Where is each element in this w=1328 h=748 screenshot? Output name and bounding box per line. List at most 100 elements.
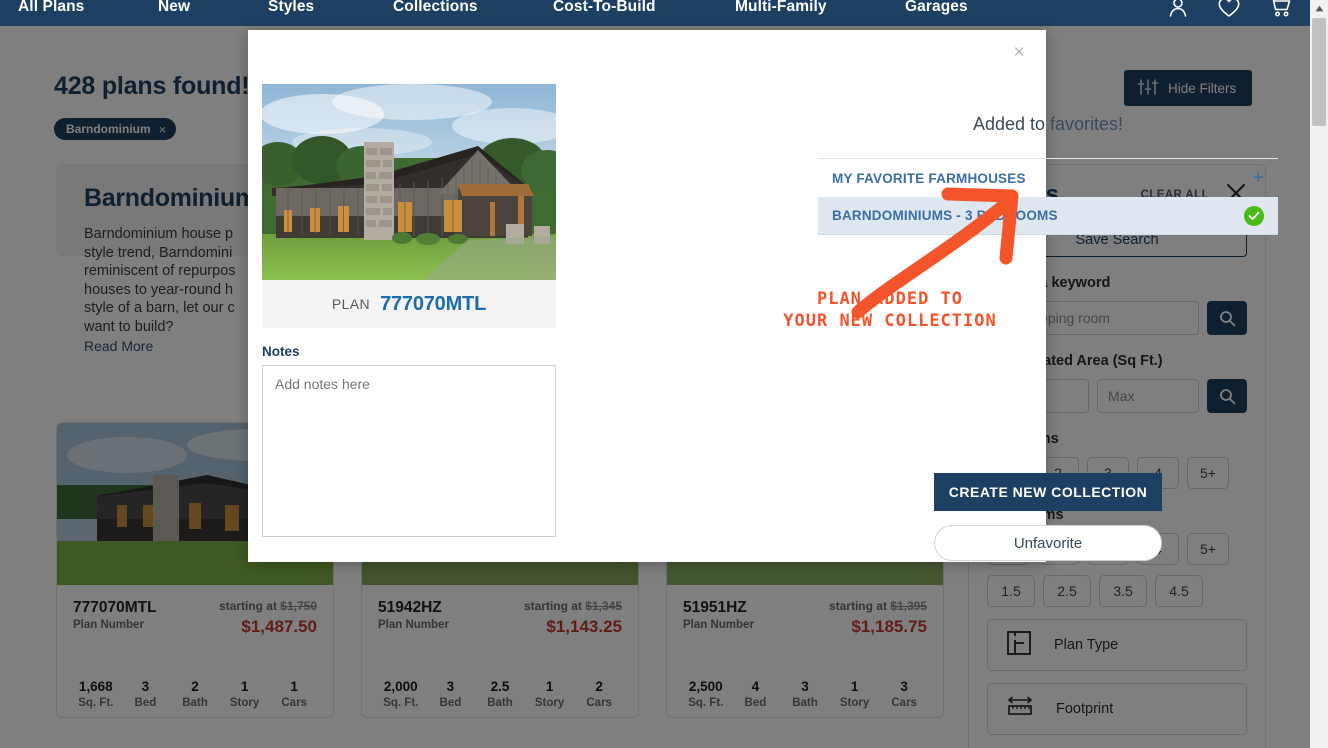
spec-value: 1,668: [78, 679, 113, 694]
spec-value: 2: [595, 679, 603, 694]
spec-value: 1: [290, 679, 298, 694]
spec-item: 3 Cars: [879, 679, 929, 709]
notes-input[interactable]: [262, 365, 556, 537]
bathrooms-half-option[interactable]: 2.5: [1043, 575, 1091, 607]
spec-item: 1,668 Sq. Ft.: [71, 679, 121, 709]
spec-key: Bed: [439, 697, 462, 709]
bathrooms-half-options: 1.5 2.5 3.5 4.5: [987, 575, 1247, 607]
plan-card-info: 777070MTL Plan Number starting at $1,750…: [57, 585, 333, 709]
nav-item-garages[interactable]: Garages: [905, 0, 968, 20]
spec-key: Bath: [182, 697, 208, 709]
plan-card-info: 51951HZ Plan Number starting at $1,395 $…: [667, 585, 943, 709]
spec-value: 2: [191, 679, 199, 694]
spec-item: 3 Bed: [121, 679, 171, 709]
nav-item-collections[interactable]: Collections: [393, 0, 478, 20]
collection-item-barndominiums-3-bedrooms[interactable]: BARNDOMINIUMS - 3 BEDROOMS: [818, 197, 1278, 235]
bathrooms-half-option[interactable]: 1.5: [987, 575, 1035, 607]
spec-item: 3 Bed: [426, 679, 476, 709]
sale-price: $1,487.50: [241, 617, 317, 636]
original-price: starting at $1,395: [829, 599, 927, 613]
spec-key: Story: [839, 697, 870, 709]
page-scrollbar-thumb[interactable]: [1312, 18, 1326, 126]
account-icon[interactable]: [1167, 0, 1189, 18]
unfavorite-button[interactable]: Unfavorite: [934, 525, 1162, 561]
plan-preview-card: PLAN 777070MTL: [262, 84, 556, 328]
bedrooms-option[interactable]: 5+: [1187, 457, 1229, 489]
collection-item-my-favorite-farmhouses[interactable]: MY FAVORITE FARMHOUSES +: [818, 159, 1278, 197]
annotation-text: PLAN ADDED TO YOUR NEW COLLECTION: [760, 288, 1020, 332]
collection-name: BARNDOMINIUMS - 3 BEDROOMS: [832, 208, 1058, 223]
footprint-label: Footprint: [1056, 701, 1114, 717]
annotation-line-1: PLAN ADDED TO: [816, 289, 964, 309]
spec-value: 4: [751, 679, 760, 694]
strikethrough-price: $1,345: [585, 599, 622, 613]
spec-key: Sq. Ft.: [688, 697, 724, 709]
sliders-icon: [1137, 78, 1159, 99]
top-navigation: All Plans New Styles Collections Cost-To…: [0, 0, 1310, 26]
sale-price: $1,185.75: [851, 617, 927, 636]
results-count: 428 plans found!: [54, 72, 250, 100]
spec-value: 3: [446, 679, 455, 694]
spec-key: Cars: [586, 697, 612, 709]
hide-filters-button[interactable]: Hide Filters: [1124, 70, 1252, 106]
nav-item-cost-to-build[interactable]: Cost-To-Build: [553, 0, 656, 20]
spec-key: Bath: [487, 697, 513, 709]
original-price: starting at $1,750: [219, 599, 317, 613]
price-block: starting at $1,345 $1,143.25: [524, 599, 622, 637]
price-block: starting at $1,750 $1,487.50: [219, 599, 317, 637]
plan-card-info: 51942HZ Plan Number starting at $1,345 $…: [362, 585, 638, 709]
keyword-search-button[interactable]: [1207, 301, 1247, 335]
spec-value: 2,000: [383, 679, 418, 694]
spec-key: Bath: [792, 697, 818, 709]
nav-item-styles[interactable]: Styles: [268, 0, 314, 20]
bathrooms-half-option[interactable]: 4.5: [1155, 575, 1203, 607]
plan-word-label: PLAN: [331, 296, 371, 312]
hide-filters-label: Hide Filters: [1168, 80, 1237, 96]
plan-specs: 2,500 Sq. Ft. 4 Bed 3 Bath 1 Story 3 Cars: [667, 679, 943, 709]
chip-label: Barndominium: [66, 122, 151, 136]
spec-key: Bed: [134, 697, 157, 709]
spec-item: 2 Bath: [170, 679, 220, 709]
spec-item: 2 Cars: [574, 679, 624, 709]
nav-item-multi-family[interactable]: Multi-Family: [735, 0, 827, 20]
nav-item-all-plans[interactable]: All Plans: [18, 0, 84, 20]
close-icon[interactable]: ×: [1008, 42, 1030, 64]
ruler-icon: [1006, 695, 1034, 723]
spec-value: 3: [900, 679, 908, 694]
chip-remove-icon[interactable]: ×: [159, 122, 167, 137]
spec-item: 2.5 Bath: [475, 679, 525, 709]
nav-item-new[interactable]: New: [158, 0, 190, 20]
plan-preview-image: [262, 84, 556, 280]
app-root: 428 plans found! Barndominium × Hide Fil…: [0, 0, 1328, 748]
annotation-line-2: YOUR NEW COLLECTION: [783, 311, 997, 331]
plan-specs: 2,000 Sq. Ft. 3 Bed 2.5 Bath 1 Story 2 Cars: [362, 679, 638, 709]
modal-plan-number: 777070MTL: [380, 292, 487, 315]
plus-icon[interactable]: +: [1252, 168, 1264, 188]
original-price: starting at $1,345: [524, 599, 622, 613]
spec-key: Story: [229, 697, 260, 709]
spec-key: Bed: [744, 697, 767, 709]
spec-key: Cars: [281, 697, 307, 709]
collection-name: MY FAVORITE FARMHOUSES: [832, 170, 1026, 186]
strikethrough-price: $1,750: [280, 599, 317, 613]
filter-chip-barndominium[interactable]: Barndominium ×: [54, 118, 177, 140]
footprint-filter[interactable]: Footprint: [987, 683, 1247, 735]
cart-icon[interactable]: [1269, 0, 1292, 18]
spec-value: 3: [801, 679, 809, 694]
check-circle-icon[interactable]: [1244, 205, 1264, 226]
spec-item: 2,500 Sq. Ft.: [681, 679, 731, 709]
area-max-input[interactable]: Max: [1097, 379, 1199, 413]
plan-type-label: Plan Type: [1054, 637, 1119, 653]
starting-at-label: starting at: [523, 599, 582, 613]
create-new-collection-button[interactable]: CREATE NEW COLLECTION: [934, 473, 1162, 511]
area-search-button[interactable]: [1207, 379, 1247, 413]
nav-icon-group: [1167, 0, 1292, 18]
spec-item: 2,000 Sq. Ft.: [376, 679, 426, 709]
favorites-heart-icon[interactable]: [1217, 0, 1241, 18]
scroll-up-arrow[interactable]: [1310, 0, 1328, 16]
bathrooms-option[interactable]: 5+: [1187, 533, 1229, 565]
floorplan-icon: [1006, 630, 1032, 660]
read-more-link[interactable]: Read More: [84, 338, 153, 354]
bathrooms-half-option[interactable]: 3.5: [1099, 575, 1147, 607]
plan-type-filter[interactable]: Plan Type: [987, 619, 1247, 671]
